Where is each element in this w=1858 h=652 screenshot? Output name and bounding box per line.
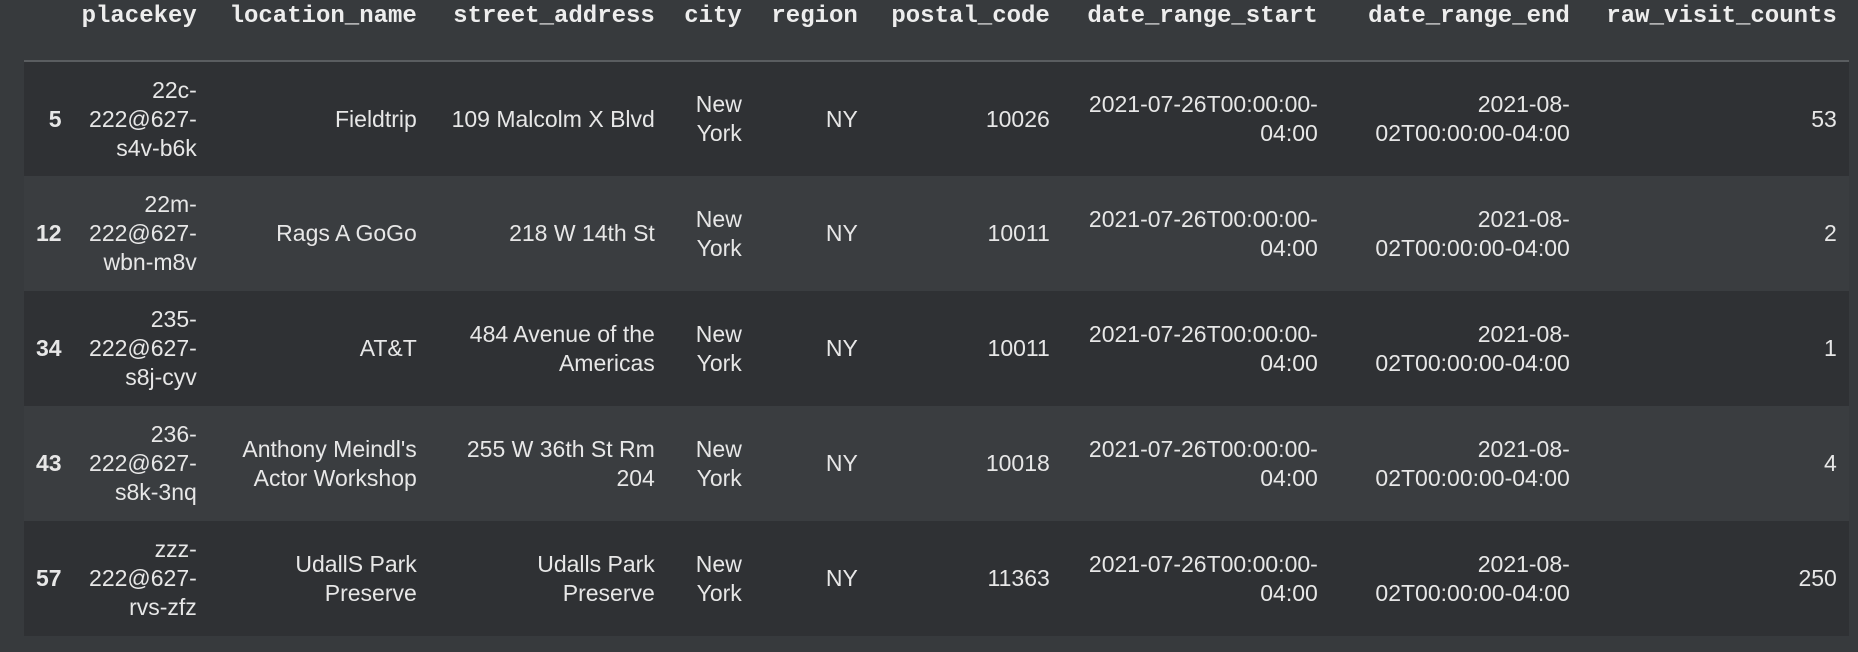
row-index: 43 xyxy=(24,406,70,521)
cell-date-range-end: 2021-08-02T00:00:00-04:00 xyxy=(1329,406,1582,521)
cell-region: NY xyxy=(753,176,870,291)
table-row: 57 zzz-222@627-rvs-zfz UdallS Park Prese… xyxy=(24,521,1849,636)
cell-raw-visit-counts: 2 xyxy=(1581,176,1849,291)
dataframe-output: placekey location_name street_address ci… xyxy=(0,0,1858,652)
column-header: location_name xyxy=(208,0,429,62)
cell-date-range-end: 2021-08-02T00:00:00-04:00 xyxy=(1329,61,1582,176)
cell-city: New York xyxy=(666,521,754,636)
cell-location-name: UdallS Park Preserve xyxy=(208,521,429,636)
cell-placekey: 235-222@627-s8j-cyv xyxy=(69,291,209,406)
cell-location-name: Anthony Meindl's Actor Workshop xyxy=(208,406,429,521)
column-header: placekey xyxy=(69,0,209,62)
cell-date-range-end: 2021-08-02T00:00:00-04:00 xyxy=(1329,291,1582,406)
cell-location-name: Rags A GoGo xyxy=(208,176,429,291)
column-header: postal_code xyxy=(869,0,1062,62)
table-row: 12 22m-222@627-wbn-m8v Rags A GoGo 218 W… xyxy=(24,176,1849,291)
cell-street-address: 255 W 36th St Rm 204 xyxy=(428,406,667,521)
column-header: region xyxy=(753,0,870,62)
row-index: 34 xyxy=(24,291,70,406)
cell-raw-visit-counts: 4 xyxy=(1581,406,1849,521)
cell-date-range-start: 2021-07-26T00:00:00-04:00 xyxy=(1061,176,1330,291)
cell-raw-visit-counts: 1 xyxy=(1581,291,1849,406)
cell-date-range-start: 2021-07-26T00:00:00-04:00 xyxy=(1061,291,1330,406)
cell-date-range-start: 2021-07-26T00:00:00-04:00 xyxy=(1061,61,1330,176)
cell-postal-code: 10018 xyxy=(869,406,1062,521)
cell-postal-code: 10011 xyxy=(869,176,1062,291)
cell-street-address: 484 Avenue of the Americas xyxy=(428,291,667,406)
column-header: city xyxy=(666,0,754,62)
column-header: date_range_start xyxy=(1061,0,1330,62)
header-row: placekey location_name street_address ci… xyxy=(24,0,1849,62)
table-row: 43 236-222@627-s8k-3nq Anthony Meindl's … xyxy=(24,406,1849,521)
cell-location-name: Fieldtrip xyxy=(208,61,429,176)
cell-postal-code: 11363 xyxy=(869,521,1062,636)
dataframe-table: placekey location_name street_address ci… xyxy=(24,0,1849,636)
cell-raw-visit-counts: 250 xyxy=(1581,521,1849,636)
cell-city: New York xyxy=(666,291,754,406)
cell-location-name: AT&T xyxy=(208,291,429,406)
cell-city: New York xyxy=(666,61,754,176)
table-row: 5 22c-222@627-s4v-b6k Fieldtrip 109 Malc… xyxy=(24,61,1849,176)
cell-street-address: Udalls Park Preserve xyxy=(428,521,667,636)
row-index: 12 xyxy=(24,176,70,291)
cell-city: New York xyxy=(666,406,754,521)
row-index: 57 xyxy=(24,521,70,636)
table-row: 34 235-222@627-s8j-cyv AT&T 484 Avenue o… xyxy=(24,291,1849,406)
cell-street-address: 218 W 14th St xyxy=(428,176,667,291)
cell-date-range-start: 2021-07-26T00:00:00-04:00 xyxy=(1061,406,1330,521)
cell-region: NY xyxy=(753,61,870,176)
cell-postal-code: 10026 xyxy=(869,61,1062,176)
cell-date-range-end: 2021-08-02T00:00:00-04:00 xyxy=(1329,521,1582,636)
cell-street-address: 109 Malcolm X Blvd xyxy=(428,61,667,176)
cell-placekey: 236-222@627-s8k-3nq xyxy=(69,406,209,521)
cell-placekey: zzz-222@627-rvs-zfz xyxy=(69,521,209,636)
cell-region: NY xyxy=(753,406,870,521)
cell-raw-visit-counts: 53 xyxy=(1581,61,1849,176)
cell-date-range-start: 2021-07-26T00:00:00-04:00 xyxy=(1061,521,1330,636)
cell-region: NY xyxy=(753,291,870,406)
cell-region: NY xyxy=(753,521,870,636)
cell-date-range-end: 2021-08-02T00:00:00-04:00 xyxy=(1329,176,1582,291)
cell-city: New York xyxy=(666,176,754,291)
cell-postal-code: 10011 xyxy=(869,291,1062,406)
cell-placekey: 22c-222@627-s4v-b6k xyxy=(69,61,209,176)
row-index: 5 xyxy=(24,61,70,176)
column-header: street_address xyxy=(428,0,667,62)
cell-placekey: 22m-222@627-wbn-m8v xyxy=(69,176,209,291)
column-header: date_range_end xyxy=(1329,0,1582,62)
index-header xyxy=(24,0,70,62)
column-header: raw_visit_counts xyxy=(1581,0,1849,62)
